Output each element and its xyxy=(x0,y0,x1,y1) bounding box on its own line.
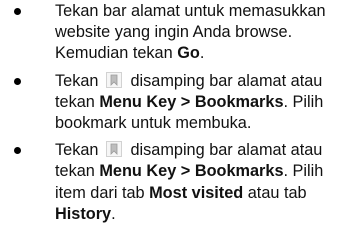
most-visited-label: Most visited xyxy=(149,183,244,202)
instruction-text: Tekan bar alamat untuk memasukkan websit… xyxy=(55,1,343,65)
text-segment: . xyxy=(111,204,116,223)
text-segment: Tekan xyxy=(55,141,99,160)
text-segment: . xyxy=(199,44,205,63)
go-label: Go xyxy=(177,44,200,63)
instruction-item-2: Tekan disamping bar alamat atau tekan Me… xyxy=(0,71,349,135)
history-label: History xyxy=(55,204,112,223)
bullet-dot xyxy=(14,77,21,85)
text-segment: atau tab xyxy=(243,183,307,202)
bullet-dot xyxy=(14,147,21,155)
menu-bookmarks-label: Menu Key > Bookmarks xyxy=(99,162,284,181)
bookmark-icon xyxy=(106,71,123,88)
bullet-dot xyxy=(14,8,21,15)
instruction-item-3: Tekan disamping bar alamat atau tekan Me… xyxy=(0,140,349,225)
bookmark-icon xyxy=(106,141,123,158)
instruction-text: Tekan disamping bar alamat atau tekan Me… xyxy=(55,140,343,225)
text-segment: Tekan xyxy=(55,71,99,90)
instruction-item-1: Tekan bar alamat untuk memasukkan websit… xyxy=(0,1,349,65)
instruction-list: Tekan bar alamat untuk memasukkan websit… xyxy=(0,1,349,231)
menu-bookmarks-label: Menu Key > Bookmarks xyxy=(99,92,284,111)
instruction-text: Tekan disamping bar alamat atau tekan Me… xyxy=(55,71,343,135)
